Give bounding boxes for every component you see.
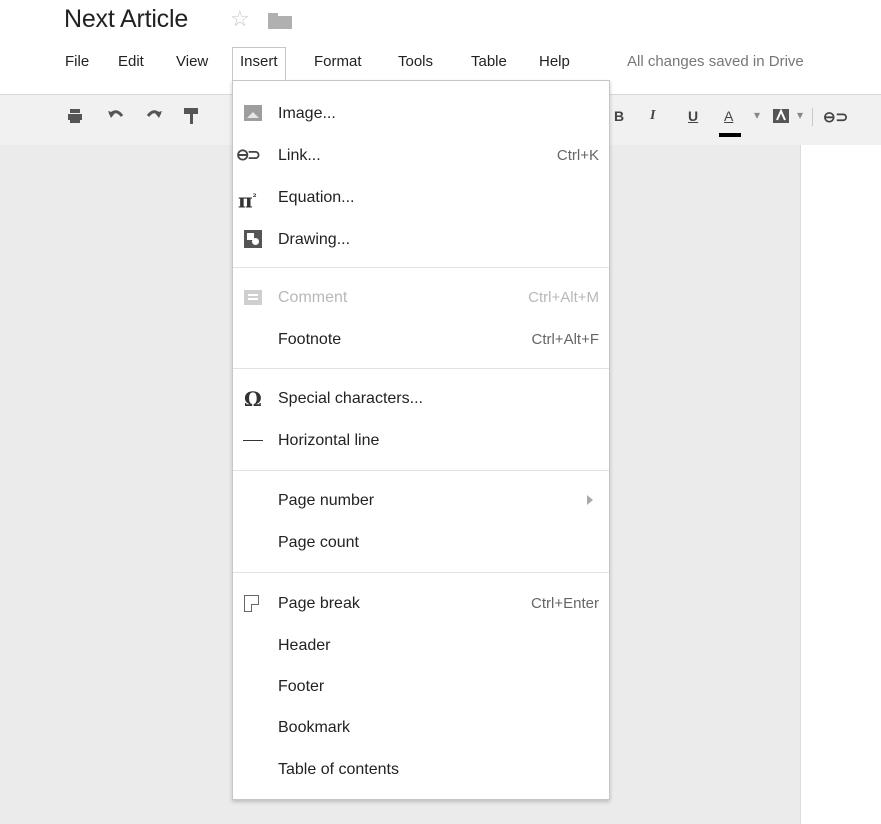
bold-button[interactable]: B: [614, 108, 624, 124]
menu-item-link[interactable]: ⊖⊃ Link... Ctrl+K: [233, 135, 609, 177]
document-page[interactable]: [800, 145, 881, 824]
insert-menu-dropdown: Image... ⊖⊃ Link... Ctrl+K π² Equation..…: [232, 80, 610, 800]
menu-item-comment: Comment Ctrl+Alt+M: [233, 277, 609, 319]
horizontal-line-icon: [243, 440, 263, 441]
menu-item-table-of-contents[interactable]: Table of contents: [233, 749, 609, 791]
menu-item-shortcut: Ctrl+Alt+F: [531, 331, 599, 348]
pi-glyph: π: [238, 188, 253, 213]
print-icon[interactable]: [64, 105, 86, 127]
menu-item-label: Table of contents: [278, 761, 399, 778]
menu-item-drawing[interactable]: Drawing...: [233, 219, 609, 261]
menu-item-label: Drawing...: [278, 231, 351, 248]
menu-item-footnote[interactable]: Footnote Ctrl+Alt+F: [233, 319, 609, 361]
menu-help[interactable]: Help: [532, 48, 577, 76]
menu-insert[interactable]: Insert: [232, 47, 286, 80]
text-color-button[interactable]: A: [724, 108, 733, 124]
menu-item-horizontal-line[interactable]: Horizontal line: [233, 420, 609, 462]
menu-item-page-number[interactable]: Page number: [233, 480, 609, 522]
menu-item-footer[interactable]: Footer: [233, 666, 609, 708]
menubar: File Edit View Insert Format Tools Table…: [0, 47, 881, 80]
submenu-arrow-icon: [587, 495, 593, 505]
highlight-dropdown-arrow[interactable]: ▾: [797, 108, 803, 122]
link-icon: ⊖⊃: [236, 147, 261, 164]
menu-item-image[interactable]: Image...: [233, 93, 609, 135]
menu-file[interactable]: File: [58, 48, 96, 76]
toolbar-separator: [812, 108, 813, 126]
menu-item-label: Footer: [278, 678, 325, 695]
paint-format-icon[interactable]: [180, 105, 202, 127]
document-title[interactable]: Next Article: [64, 5, 188, 34]
menu-item-page-count[interactable]: Page count: [233, 522, 609, 564]
menu-item-page-break[interactable]: Page break Ctrl+Enter: [233, 583, 609, 625]
italic-button[interactable]: I: [650, 108, 655, 124]
menu-item-label: Page count: [278, 534, 359, 551]
drawing-icon: [244, 230, 262, 248]
omega-icon: Ω: [244, 387, 262, 411]
text-color-dropdown-arrow[interactable]: ▾: [754, 108, 760, 122]
text-color-swatch: [719, 133, 741, 137]
menu-tools[interactable]: Tools: [391, 48, 440, 76]
menu-item-equation[interactable]: π² Equation...: [233, 177, 609, 219]
menu-item-label: Equation...: [278, 189, 355, 206]
menu-separator: [233, 267, 609, 268]
menu-separator: [233, 368, 609, 369]
page-break-icon: [244, 595, 259, 612]
pi-superscript: ²: [252, 193, 257, 203]
comment-icon: [244, 290, 262, 305]
menu-item-label: Page break: [278, 595, 360, 612]
image-icon: [244, 105, 262, 121]
menu-item-shortcut: Ctrl+K: [556, 147, 599, 164]
folder-icon[interactable]: [268, 13, 292, 29]
highlight-color-icon[interactable]: [770, 105, 792, 127]
menu-separator: [233, 470, 609, 471]
menu-view[interactable]: View: [169, 48, 215, 76]
menu-separator: [233, 572, 609, 573]
star-icon[interactable]: ☆: [230, 6, 250, 32]
menu-item-bookmark[interactable]: Bookmark: [233, 707, 609, 749]
menu-item-label: Bookmark: [278, 719, 351, 736]
menu-item-label: Special characters...: [278, 390, 423, 407]
menu-format[interactable]: Format: [307, 48, 369, 76]
underline-button[interactable]: U: [688, 108, 698, 124]
menu-item-shortcut: Ctrl+Enter: [531, 595, 599, 612]
undo-icon[interactable]: [105, 105, 127, 127]
menu-item-label: Link...: [278, 147, 321, 164]
menu-item-label: Comment: [278, 289, 348, 306]
menu-item-header[interactable]: Header: [233, 625, 609, 667]
menu-edit[interactable]: Edit: [111, 48, 151, 76]
menu-item-label: Horizontal line: [278, 432, 380, 449]
save-status: All changes saved in Drive: [627, 53, 804, 70]
menu-item-label: Footnote: [278, 331, 342, 348]
menu-item-label: Image...: [278, 105, 336, 122]
menu-table[interactable]: Table: [464, 48, 514, 76]
equation-icon: π²: [238, 188, 258, 211]
menu-item-label: Page number: [278, 492, 375, 509]
link-icon[interactable]: ⊖⊃: [823, 108, 848, 126]
menu-item-special-characters[interactable]: Ω Special characters...: [233, 378, 609, 420]
menu-item-label: Header: [278, 637, 331, 654]
redo-icon[interactable]: [143, 105, 165, 127]
menu-item-shortcut: Ctrl+Alt+M: [528, 289, 599, 306]
